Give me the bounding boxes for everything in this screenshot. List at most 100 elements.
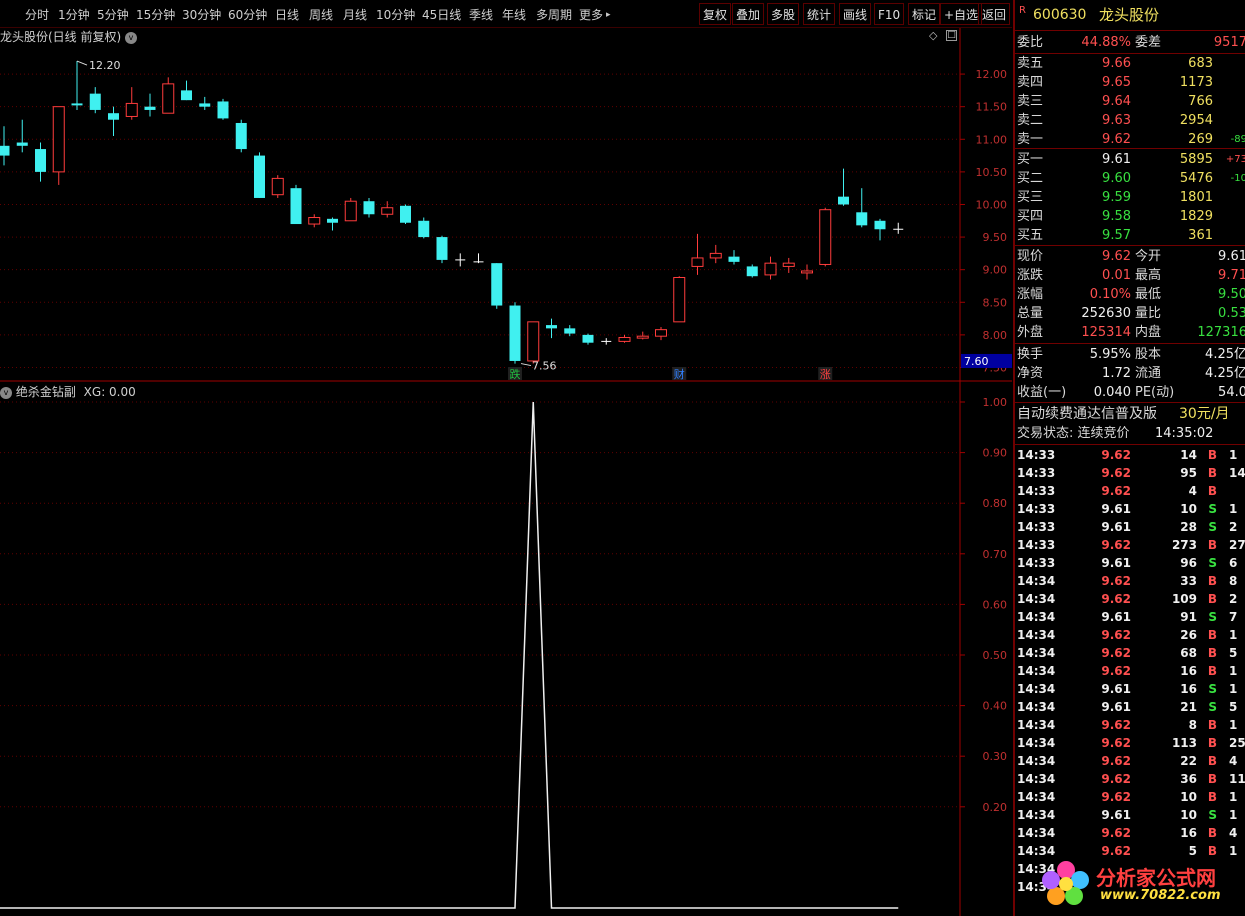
tick-time: 14:33	[1017, 484, 1056, 498]
candle-body	[436, 237, 448, 260]
bid-row: 买三 9.59 1801	[1015, 188, 1245, 207]
tick-row: 14:34 9.62 16 B 1	[1015, 662, 1245, 680]
candle-body	[728, 256, 740, 262]
maximize-pane-icon[interactable]: □	[946, 30, 957, 41]
stats-value: 5.95%	[1089, 347, 1131, 362]
quote-value: 9.61	[1218, 249, 1245, 264]
quote-row: 涨跌 0.01 最高 9.71	[1015, 266, 1245, 285]
candle-body	[546, 325, 557, 329]
diamond-icon[interactable]: ◇	[929, 29, 937, 42]
tick-volume: 10	[1180, 502, 1197, 516]
status-row: 交易状态: 连续竞价 14:35:02	[1015, 424, 1245, 444]
chevron-down-icon[interactable]: v	[0, 386, 12, 399]
bid-change: -10	[1230, 173, 1245, 184]
ask-label: 卖三	[1017, 94, 1044, 109]
tick-side: B	[1207, 592, 1217, 606]
candle-body	[801, 270, 813, 274]
stock-code[interactable]: 600630	[1033, 0, 1086, 30]
ask-label: 卖一	[1017, 132, 1044, 147]
tick-count: 14	[1229, 466, 1245, 480]
weibi-value: 44.88%	[1081, 35, 1131, 50]
candle-body	[35, 149, 46, 172]
bid-label: 买四	[1017, 209, 1044, 224]
ask-row: 卖四 9.65 1173	[1015, 73, 1245, 92]
tick-price: 9.62	[1101, 826, 1131, 840]
tick-row: 14:34 9.62 26 B 1	[1015, 626, 1245, 644]
divider	[1015, 343, 1245, 344]
tick-time: 14:34	[1017, 718, 1056, 732]
quote-row: 外盘 125314 内盘 127316	[1015, 323, 1245, 342]
bid-price: 9.59	[1102, 190, 1131, 205]
y-tick-label: 0.40	[983, 700, 1008, 713]
sub-chart-title[interactable]: v 绝杀金钻副 XG: 0.00	[0, 383, 136, 400]
candle-body	[764, 262, 777, 276]
tick-count: 25	[1229, 736, 1245, 750]
tick-count: 5	[1229, 700, 1238, 714]
tick-row: 14:33 9.62 95 B 14	[1015, 464, 1245, 482]
stats-label: 流通	[1135, 366, 1162, 381]
tick-time: 14:34	[1017, 790, 1056, 804]
tick-count: 4	[1229, 826, 1238, 840]
current-price-label: 7.60	[964, 355, 989, 368]
y-tick-label: 8.50	[983, 296, 1008, 309]
quote-value: 252630	[1081, 306, 1131, 321]
tick-count: 11	[1229, 772, 1245, 786]
event-marker: 涨	[820, 368, 831, 381]
tick-time: 14:34	[1017, 736, 1056, 750]
candle-body	[618, 336, 631, 342]
y-tick-label: 10.00	[976, 198, 1008, 211]
tick-side: S	[1208, 502, 1217, 516]
candle-body	[527, 321, 540, 362]
tick-count: 1	[1229, 628, 1238, 642]
ask-label: 卖五	[1017, 56, 1044, 71]
tick-price: 9.62	[1101, 448, 1131, 462]
y-tick-label: 8.00	[983, 329, 1008, 342]
sub-chart-title-text: 绝杀金钻副	[15, 385, 76, 399]
tick-price: 9.62	[1101, 664, 1131, 678]
tick-price: 9.61	[1101, 700, 1131, 714]
quote-label: 今开	[1135, 249, 1162, 264]
ask-change: -89	[1230, 134, 1245, 145]
tick-price: 9.62	[1101, 754, 1131, 768]
stock-name[interactable]: 龙头股份	[1099, 0, 1159, 30]
candle-body	[655, 329, 667, 337]
quote-row: 涨幅 0.10% 最低 9.50	[1015, 285, 1245, 304]
tick-time: 14:34	[1017, 700, 1056, 714]
tick-time: 14:34	[1017, 646, 1056, 660]
candle-body	[636, 335, 649, 339]
candle-body	[838, 196, 849, 205]
annotation-arrow	[520, 363, 532, 367]
quote-label: 量比	[1135, 306, 1162, 321]
y-tick-label: 0.70	[983, 548, 1008, 561]
candle-body	[819, 209, 832, 265]
candle-body	[52, 106, 65, 173]
tick-side: B	[1207, 484, 1217, 498]
candle-body	[673, 277, 686, 323]
tick-row: 14:33 9.61 28 S 2	[1015, 518, 1245, 536]
promo-row[interactable]: 自动续费通达信普及版 30元/月	[1015, 404, 1245, 424]
tick-side: B	[1207, 664, 1217, 678]
ask-price: 9.64	[1102, 94, 1131, 109]
tick-side: B	[1207, 754, 1217, 768]
tick-side: B	[1207, 772, 1217, 786]
tick-time: 14:34	[1017, 682, 1056, 696]
bid-change: +73	[1225, 154, 1245, 165]
divider	[1015, 444, 1245, 445]
tick-volume: 26	[1180, 628, 1197, 642]
main-chart-title[interactable]: 龙头股份(日线 前复权) v	[0, 28, 138, 45]
chevron-down-icon[interactable]: v	[125, 31, 138, 44]
candle-body	[199, 103, 211, 107]
tick-time: 14:34	[1017, 772, 1056, 786]
tick-count: 1	[1229, 808, 1238, 822]
tick-side: B	[1207, 574, 1217, 588]
tick-count: 6	[1229, 556, 1238, 570]
candle-body	[108, 113, 119, 120]
tick-row: 14:34 9.61 91 S 7	[1015, 608, 1245, 626]
tick-price: 9.62	[1101, 736, 1131, 750]
ask-price: 9.62	[1102, 132, 1131, 147]
annotation-high: 12.20	[89, 59, 121, 72]
tick-row: 14:33 9.62 4 B	[1015, 482, 1245, 500]
tick-count: 2	[1229, 520, 1238, 534]
tick-price: 9.61	[1101, 556, 1131, 570]
weibi-label: 委比	[1017, 35, 1044, 50]
